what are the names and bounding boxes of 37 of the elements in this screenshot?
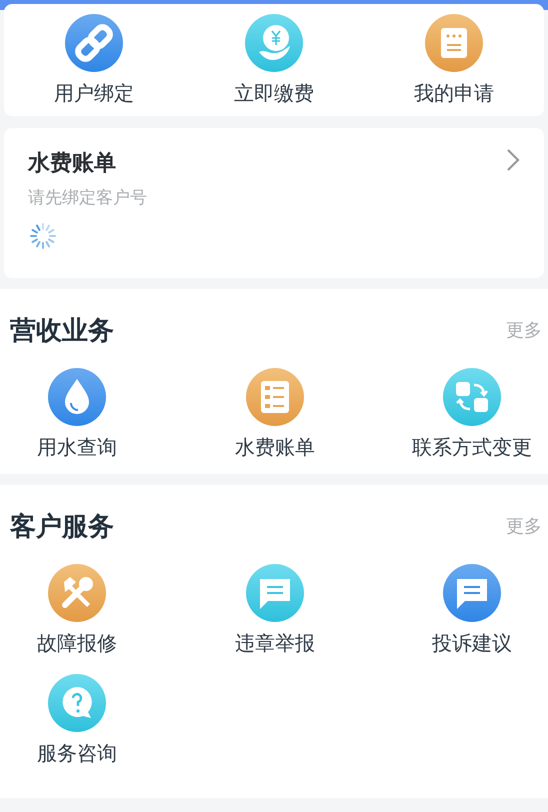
menu-item[interactable]: 水费账单 <box>154 368 396 462</box>
card-subtitle: 请先绑定客户号 <box>28 187 147 209</box>
item-label: 服务咨询 <box>37 742 117 767</box>
chevron-right-icon <box>506 148 520 172</box>
section-title: 营收业务 <box>10 314 114 347</box>
bill-card[interactable]: 水费账单 请先绑定客户号 <box>4 128 544 278</box>
water-drop-icon <box>48 368 106 426</box>
item-label: 我的申请 <box>414 82 494 107</box>
tools-icon <box>48 564 106 622</box>
link-icon <box>65 14 123 72</box>
card-title: 水费账单 <box>28 149 117 177</box>
document-icon <box>425 14 483 72</box>
item-label: 用水查询 <box>37 436 117 461</box>
menu-item[interactable]: 违章举报 <box>154 564 396 658</box>
menu-item[interactable]: 联系方式变更 <box>396 368 548 462</box>
menu-item[interactable]: 我的申请 <box>364 14 544 108</box>
menu-item[interactable]: 立即缴费 <box>184 14 364 108</box>
chat-bubble-icon <box>246 564 304 622</box>
loading-spinner-icon <box>28 220 58 250</box>
item-label: 立即缴费 <box>234 82 314 107</box>
item-label: 用户绑定 <box>54 82 134 107</box>
menu-item[interactable]: 用水查询 <box>0 368 154 462</box>
item-label: 违章举报 <box>235 632 315 657</box>
section-title: 客户服务 <box>10 510 114 543</box>
item-label: 故障报修 <box>37 632 117 657</box>
menu-item[interactable]: 用户绑定 <box>4 14 184 108</box>
item-label: 水费账单 <box>235 436 315 461</box>
swap-icon <box>443 368 501 426</box>
chat-bubble-icon <box>443 564 501 622</box>
item-label: 投诉建议 <box>432 632 512 657</box>
menu-item[interactable]: 服务咨询 <box>0 674 154 768</box>
coin-hand-icon <box>245 14 303 72</box>
item-label: 联系方式变更 <box>412 436 532 461</box>
menu-item[interactable]: 投诉建议 <box>396 564 548 658</box>
menu-item[interactable]: 故障报修 <box>0 564 154 658</box>
question-bubble-icon <box>48 674 106 732</box>
list-icon <box>246 368 304 426</box>
